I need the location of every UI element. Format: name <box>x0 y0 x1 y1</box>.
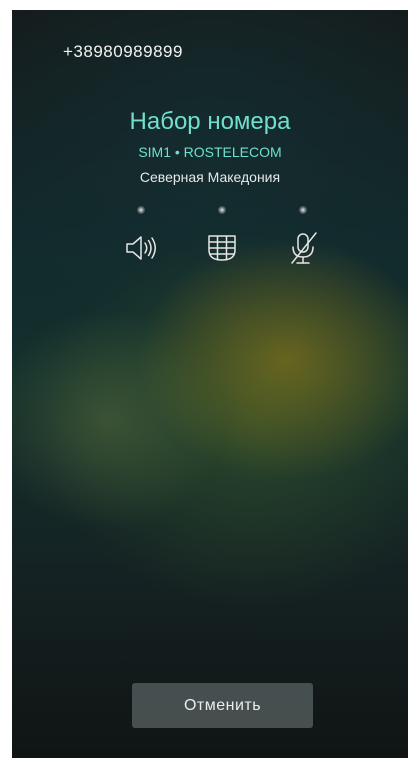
call-status: Набор номера <box>129 108 291 135</box>
phone-frame: +38980989899 Набор номера SIM1 • ROSTELE… <box>0 0 420 760</box>
mic-off-icon <box>285 230 321 266</box>
sim-operator: SIM1 • ROSTELECOM <box>138 144 282 160</box>
cancel-call-button[interactable]: Отменить <box>132 683 313 728</box>
speaker-icon <box>123 230 159 266</box>
indicator-dot <box>299 206 307 214</box>
indicator-dot <box>137 206 145 214</box>
mute-button[interactable] <box>277 206 329 276</box>
phone-number: +38980989899 <box>63 42 183 61</box>
caller-region: Северная Македония <box>139 169 281 185</box>
dialpad-icon <box>204 230 240 266</box>
call-screen: +38980989899 Набор номера SIM1 • ROSTELE… <box>12 10 408 758</box>
keypad-button[interactable] <box>196 206 248 276</box>
speaker-button[interactable] <box>115 206 167 276</box>
indicator-dot <box>218 206 226 214</box>
